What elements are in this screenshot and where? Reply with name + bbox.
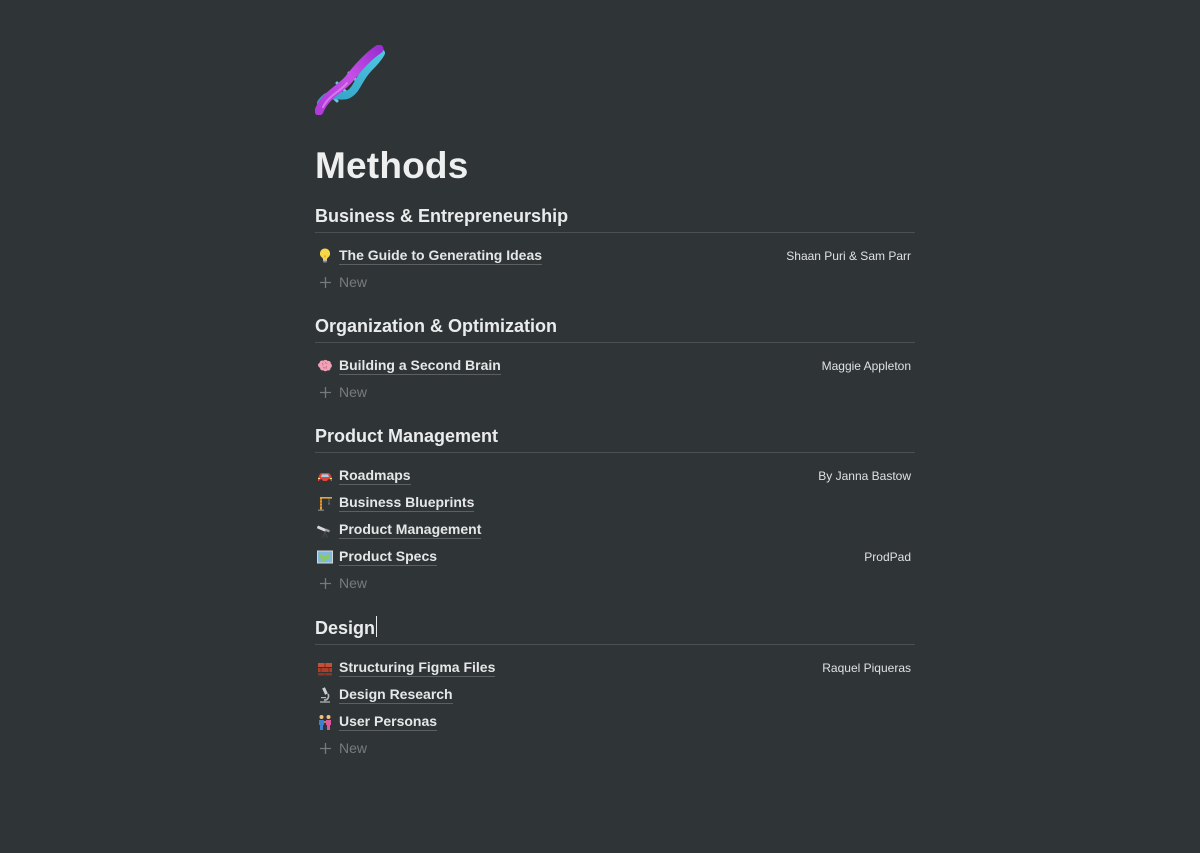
group-heading[interactable]: Product Management bbox=[315, 423, 915, 453]
list-item[interactable]: User Personas bbox=[315, 708, 915, 735]
list-item[interactable]: Building a Second Brain Maggie Appleton bbox=[315, 352, 915, 379]
list-item-title[interactable]: Product Specs bbox=[339, 548, 438, 566]
list-item[interactable]: Business Blueprints bbox=[315, 489, 915, 516]
list-item-title[interactable]: Structuring Figma Files bbox=[339, 659, 496, 677]
car-icon bbox=[315, 466, 335, 486]
telescope-icon bbox=[315, 520, 335, 540]
list-item-title[interactable]: Business Blueprints bbox=[339, 494, 475, 512]
group-heading[interactable]: Design bbox=[315, 615, 915, 645]
people-icon bbox=[315, 712, 335, 732]
plus-icon bbox=[315, 738, 335, 758]
bricks-icon bbox=[315, 658, 335, 678]
list-item-author: Raquel Piqueras bbox=[822, 660, 911, 675]
list-item-title[interactable]: Building a Second Brain bbox=[339, 357, 501, 375]
text-caret bbox=[376, 616, 378, 637]
new-item-label: New bbox=[339, 740, 368, 756]
list-item[interactable]: Roadmaps By Janna Bastow bbox=[315, 462, 915, 489]
group-heading[interactable]: Business & Entrepreneurship bbox=[315, 203, 915, 233]
new-item-button[interactable]: New bbox=[315, 570, 915, 596]
list-item-title[interactable]: User Personas bbox=[339, 713, 438, 731]
plus-icon bbox=[315, 573, 335, 593]
list-item-author: Maggie Appleton bbox=[821, 358, 911, 373]
list-item[interactable]: Product Management bbox=[315, 516, 915, 543]
crane-icon bbox=[315, 493, 335, 513]
new-item-label: New bbox=[339, 384, 368, 400]
new-item-button[interactable]: New bbox=[315, 269, 915, 295]
plus-icon bbox=[315, 382, 335, 402]
microscope-icon bbox=[315, 685, 335, 705]
page-title[interactable]: Methods bbox=[315, 143, 469, 189]
new-item-label: New bbox=[339, 575, 368, 591]
lightbulb-icon bbox=[315, 246, 335, 266]
dna-icon[interactable] bbox=[314, 44, 385, 116]
list-item[interactable]: Design Research bbox=[315, 681, 915, 708]
group-design: Design Structuring Figma Files Raquel Pi… bbox=[315, 615, 915, 761]
list-item[interactable]: Product Specs ProdPad bbox=[315, 543, 915, 570]
brain-icon bbox=[315, 356, 335, 376]
group-organization-optimization: Organization & Optimization Building a S… bbox=[315, 313, 915, 405]
list-item-title[interactable]: Roadmaps bbox=[339, 467, 411, 485]
list-item-title[interactable]: Design Research bbox=[339, 686, 453, 704]
group-heading[interactable]: Organization & Optimization bbox=[315, 313, 915, 343]
list-item-author: ProdPad bbox=[864, 549, 911, 564]
new-item-button[interactable]: New bbox=[315, 735, 915, 761]
list-item-author: Shaan Puri & Sam Parr bbox=[786, 248, 911, 263]
plus-icon bbox=[315, 272, 335, 292]
list-item-title[interactable]: Product Management bbox=[339, 521, 482, 539]
list-item-title[interactable]: The Guide to Generating Ideas bbox=[339, 247, 543, 265]
list-item[interactable]: Structuring Figma Files Raquel Piqueras bbox=[315, 654, 915, 681]
map-icon bbox=[315, 547, 335, 567]
group-heading-text: Design bbox=[315, 618, 376, 638]
new-item-button[interactable]: New bbox=[315, 379, 915, 405]
list-item-author: By Janna Bastow bbox=[818, 468, 911, 483]
new-item-label: New bbox=[339, 274, 368, 290]
page: Methods Business & Entrepreneurship The … bbox=[314, 0, 915, 853]
group-product-management: Product Management Roadmaps By Janna Bas… bbox=[315, 423, 915, 596]
list-item[interactable]: The Guide to Generating Ideas Shaan Puri… bbox=[315, 242, 915, 269]
group-business-entrepreneurship: Business & Entrepreneurship The Guide to… bbox=[315, 203, 915, 295]
